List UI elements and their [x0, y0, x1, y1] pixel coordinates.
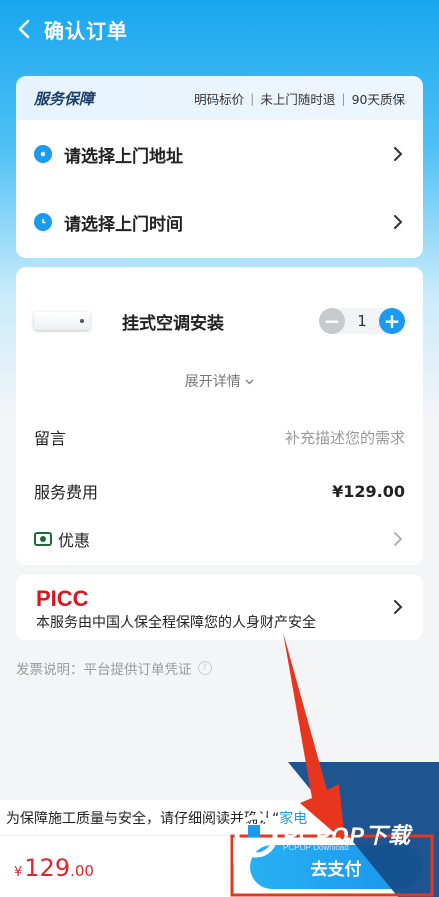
- note-input[interactable]: 补充描述您的需求: [285, 427, 405, 448]
- expand-details-button[interactable]: 展开详情: [16, 371, 423, 391]
- select-time-label: 请选择上门时间: [64, 214, 183, 235]
- agreement-text: 为保障施工质量与安全，请仔细阅读并确认“: [6, 810, 280, 827]
- coupon-icon: [34, 532, 52, 546]
- watermark-subtext: PCPOP Download: [283, 843, 349, 852]
- nav-bar: 确认订单: [0, 0, 439, 58]
- total-integer: 129: [24, 854, 71, 882]
- product-row: 挂式空调安装 − 1 +: [16, 291, 423, 351]
- guarantee-tags: 明码标价 | 未上门随时退 | 90天质保: [194, 89, 405, 108]
- increase-button[interactable]: +: [379, 308, 405, 334]
- invoice-text: 发票说明：平台提供订单凭证: [16, 662, 192, 678]
- address-time-card: 请选择上门地址 请选择上门时间: [16, 120, 423, 258]
- quantity-value[interactable]: 1: [345, 312, 379, 330]
- chevron-right-icon: [394, 215, 403, 229]
- fee-row: 服务费用 ¥129.00: [16, 479, 423, 503]
- guarantee-tag: 明码标价: [194, 91, 245, 107]
- expand-details-label: 展开详情: [184, 374, 241, 390]
- quantity-stepper: − 1 +: [319, 308, 405, 334]
- insurance-text: 本服务由中国人保全程保障您的人身财产安全: [36, 615, 316, 631]
- fee-value: ¥129.00: [332, 481, 405, 501]
- note-row[interactable]: 留言 补充描述您的需求: [16, 425, 423, 449]
- coupon-label: 优惠: [58, 531, 91, 550]
- air-conditioner-image: [34, 312, 90, 330]
- chevron-right-icon: [394, 532, 403, 546]
- select-address-row[interactable]: 请选择上门地址: [16, 120, 423, 188]
- chevron-down-icon: [245, 379, 254, 385]
- insurance-card[interactable]: PICC 本服务由中国人保全程保障您的人身财产安全: [16, 574, 423, 640]
- coupon-row[interactable]: 优惠: [16, 527, 423, 551]
- total-price: ¥ 129 .00: [14, 854, 94, 882]
- select-time-row[interactable]: 请选择上门时间: [16, 188, 423, 256]
- location-pin-icon: [34, 145, 52, 163]
- chevron-right-icon: [394, 147, 403, 161]
- product-name: 挂式空调安装: [122, 313, 224, 334]
- page-title: 确认订单: [44, 18, 128, 43]
- fee-label: 服务费用: [34, 483, 99, 502]
- total-decimal: .00: [70, 862, 94, 880]
- guarantee-tag: 90天质保: [351, 91, 405, 107]
- invoice-note: 发票说明：平台提供订单凭证 ?: [16, 658, 212, 678]
- picc-logo: PICC: [36, 586, 89, 611]
- help-icon[interactable]: ?: [197, 661, 212, 675]
- guarantee-title: 服务保障: [34, 89, 95, 108]
- decrease-button[interactable]: −: [319, 308, 345, 334]
- divider: |: [250, 90, 255, 106]
- chevron-right-icon: [394, 600, 403, 614]
- currency-symbol: ¥: [14, 865, 23, 880]
- guarantee-tag: 未上门随时退: [260, 91, 336, 107]
- note-label: 留言: [34, 429, 67, 448]
- chevron-left-icon: [18, 19, 30, 39]
- back-button[interactable]: [4, 0, 44, 58]
- service-guarantee-bar: 服务保障 明码标价 | 未上门随时退 | 90天质保: [16, 76, 423, 120]
- select-address-label: 请选择上门地址: [64, 146, 183, 167]
- clock-icon: [34, 213, 52, 231]
- divider: |: [341, 90, 346, 106]
- service-card: 挂式空调安装 − 1 + 展开详情 留言 补充描述您的需求 服务费用 ¥129.…: [16, 267, 423, 565]
